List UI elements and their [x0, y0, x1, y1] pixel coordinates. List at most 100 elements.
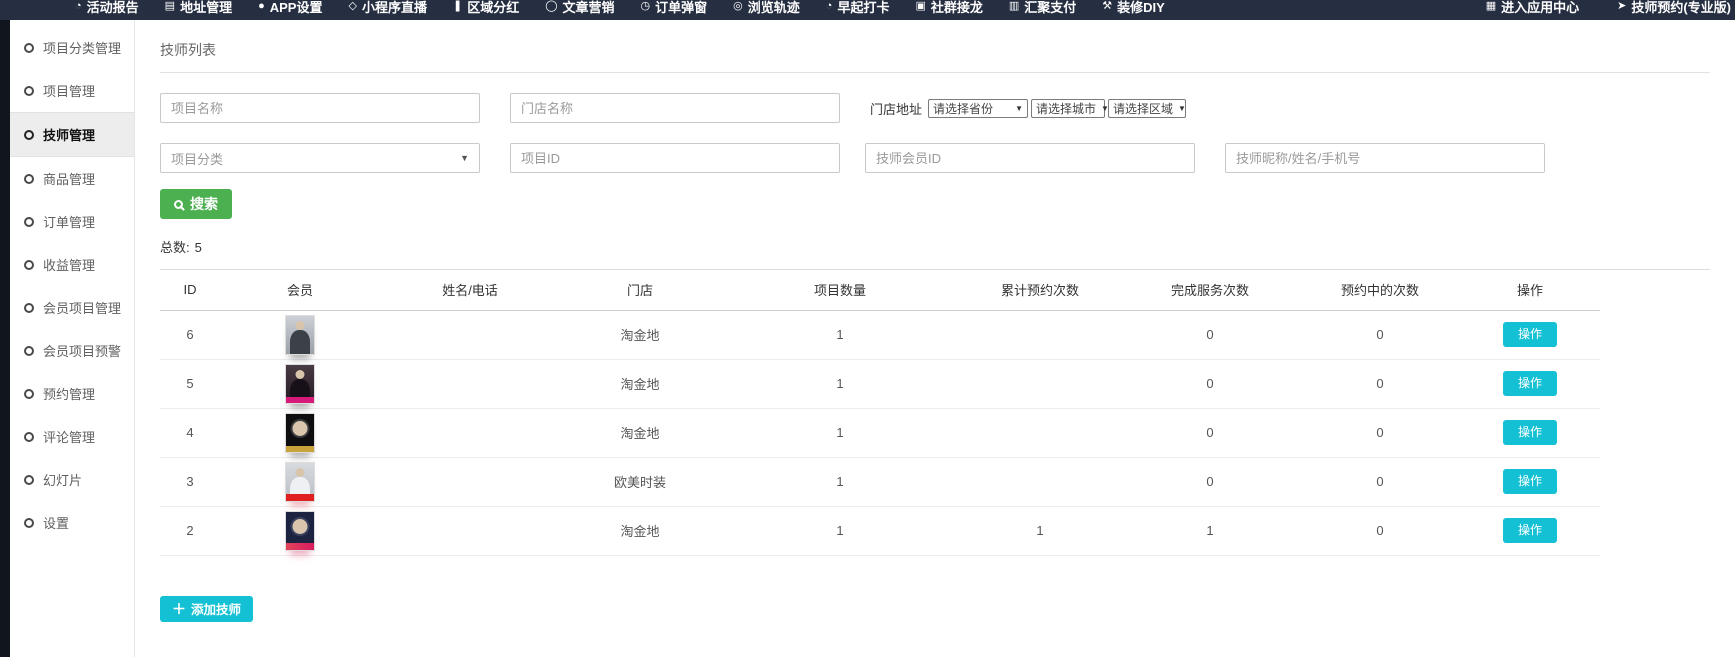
cell-total-bookings	[960, 457, 1120, 506]
sidebar-item-booking-manage[interactable]: 预约管理	[10, 372, 134, 415]
technician-keyword-input[interactable]	[1225, 143, 1545, 173]
cell-member	[220, 408, 380, 457]
sidebar-item-project-manage[interactable]: 项目管理	[10, 69, 134, 112]
province-select[interactable]: 请选择省份 ▼	[928, 99, 1028, 118]
sidebar-item-goods-manage[interactable]: 商品管理	[10, 157, 134, 200]
cell-completed-services: 0	[1120, 408, 1300, 457]
project-id-input[interactable]	[510, 143, 840, 173]
topbar-item-label: 浏览轨迹	[748, 0, 800, 16]
column-header-pending-bookings: 预约中的次数	[1300, 270, 1460, 310]
cell-name-phone	[380, 506, 560, 555]
topbar-item-article-marketing[interactable]: ◯文章营销	[545, 0, 614, 16]
circle-icon	[24, 260, 34, 270]
add-technician-button[interactable]: ＋ 添加技师	[160, 596, 253, 622]
avatar-banner-shape	[286, 446, 314, 452]
row-action-button[interactable]: 操作	[1503, 371, 1557, 396]
order-popup-icon: ◷	[641, 1, 651, 12]
topbar-item-label: 活动报告	[87, 0, 139, 16]
project-name-input[interactable]	[160, 93, 480, 123]
sidebar-item-technician-manage[interactable]: 技师管理	[10, 112, 134, 157]
topbar-item-browse-track[interactable]: ◎浏览轨迹	[733, 0, 800, 16]
row-action-button[interactable]: 操作	[1503, 322, 1557, 347]
topbar-item-activity-report[interactable]: ◔活动报告	[75, 0, 139, 16]
circle-icon	[24, 130, 34, 140]
topbar-item-morning-checkin[interactable]: ◔早起打卡	[826, 0, 890, 16]
row-action-button[interactable]: 操作	[1503, 469, 1557, 494]
sidebar-item-income-manage[interactable]: 收益管理	[10, 243, 134, 286]
sidebar-item-project-category-manage[interactable]: 项目分类管理	[10, 26, 134, 69]
topbar-menu: ◔活动报告▤地址管理●APP设置◇小程序直播❚区域分红◯文章营销◷订单弹窗◎浏览…	[75, 0, 1191, 16]
topbar-item-decorate-diy[interactable]: ⚒装修DIY	[1102, 0, 1165, 16]
cell-completed-services: 0	[1120, 457, 1300, 506]
project-category-select[interactable]: 项目分类 ▼	[160, 143, 480, 173]
table-body: 6淘金地100操作5淘金地100操作4淘金地100操作3欧美时装100操作2淘金…	[160, 310, 1600, 555]
technician-avatar[interactable]	[285, 364, 315, 404]
topbar-item-mini-program-live[interactable]: ◇小程序直播	[348, 0, 426, 16]
district-select[interactable]: 请选择区域 ▼	[1108, 99, 1186, 118]
topbar-item-group-chain[interactable]: ▣社群接龙	[915, 0, 982, 16]
column-header-id: ID	[160, 270, 220, 310]
circle-icon	[24, 217, 34, 227]
sidebar-item-settings[interactable]: 设置	[10, 501, 134, 544]
cell-member	[220, 506, 380, 555]
store-name-input[interactable]	[510, 93, 840, 123]
cell-pending-bookings: 0	[1300, 310, 1460, 359]
sidebar-item-slideshow[interactable]: 幻灯片	[10, 458, 134, 501]
cell-total-bookings	[960, 408, 1120, 457]
topbar-item-order-popup[interactable]: ◷ 订单弹窗	[641, 0, 708, 16]
sidebar-item-order-manage[interactable]: 订单管理	[10, 200, 134, 243]
topbar-item-address-manage[interactable]: ▤地址管理	[165, 0, 232, 16]
topbar-item-huiju-pay[interactable]: ▥汇聚支付	[1009, 0, 1076, 16]
store-address-group: 门店地址 请选择省份 ▼ 请选择城市 ▼ 请选择区域 ▼	[870, 99, 1189, 118]
column-header-member: 会员	[220, 270, 380, 310]
cell-action: 操作	[1460, 506, 1600, 555]
page-title: 技师列表	[160, 34, 1710, 72]
column-header-name-phone: 姓名/电话	[380, 270, 560, 310]
topbar-item-label: 区域分红	[467, 0, 519, 16]
search-button[interactable]: 搜索	[160, 189, 232, 219]
cell-project-count: 1	[720, 457, 960, 506]
technician-member-id-input[interactable]	[865, 143, 1195, 173]
table-header-row: ID会员姓名/电话门店项目数量累计预约次数完成服务次数预约中的次数操作	[160, 270, 1600, 310]
sidebar-item-label: 会员项目预警	[43, 341, 121, 360]
cell-pending-bookings: 0	[1300, 359, 1460, 408]
topbar-item-region-bonus[interactable]: ❚区域分红	[453, 0, 519, 16]
sidebar-item-member-project-warning[interactable]: 会员项目预警	[10, 329, 134, 372]
cell-action: 操作	[1460, 457, 1600, 506]
checkin-icon: ◔	[826, 1, 833, 12]
app-center-icon: ▦	[1486, 1, 1496, 12]
cell-pending-bookings: 0	[1300, 457, 1460, 506]
technician-table: ID会员姓名/电话门店项目数量累计预约次数完成服务次数预约中的次数操作 6淘金地…	[160, 270, 1600, 556]
city-select[interactable]: 请选择城市 ▼	[1031, 99, 1105, 118]
avatar-head-shape	[293, 519, 308, 534]
topbar-item-label: 小程序直播	[362, 0, 427, 16]
sidebar-item-label: 会员项目管理	[43, 298, 121, 317]
cell-action: 操作	[1460, 359, 1600, 408]
cell-project-count: 1	[720, 506, 960, 555]
chevron-down-icon: ▼	[460, 153, 469, 163]
technician-avatar[interactable]	[285, 413, 315, 453]
cell-project-count: 1	[720, 408, 960, 457]
topbar-item-label: 装修DIY	[1117, 0, 1165, 16]
collapsed-nav-strip	[0, 20, 10, 657]
cell-total-bookings	[960, 359, 1120, 408]
chevron-down-icon: ▼	[1178, 104, 1186, 113]
topbar-item-app-center[interactable]: ▦进入应用中心	[1486, 0, 1579, 16]
payment-icon: ▥	[1009, 1, 1019, 12]
technician-avatar[interactable]	[285, 511, 315, 551]
technician-avatar[interactable]	[285, 315, 315, 355]
cell-member	[220, 457, 380, 506]
title-divider	[160, 72, 1710, 73]
sidebar-item-member-project-manage[interactable]: 会员项目管理	[10, 286, 134, 329]
topbar-item-app-settings[interactable]: ●APP设置	[258, 0, 322, 16]
row-action-button[interactable]: 操作	[1503, 420, 1557, 445]
row-action-button[interactable]: 操作	[1503, 518, 1557, 543]
topbar-item-label: 订单弹窗	[655, 0, 707, 16]
cell-id: 4	[160, 408, 220, 457]
sidebar-item-comment-manage[interactable]: 评论管理	[10, 415, 134, 458]
topbar-item-app-version[interactable]: ➤技师预约(专业版)	[1617, 0, 1731, 16]
plus-icon: ＋	[172, 602, 186, 616]
chevron-down-icon: ▼	[1015, 104, 1023, 113]
circle-icon	[24, 432, 34, 442]
technician-avatar[interactable]	[285, 462, 315, 502]
